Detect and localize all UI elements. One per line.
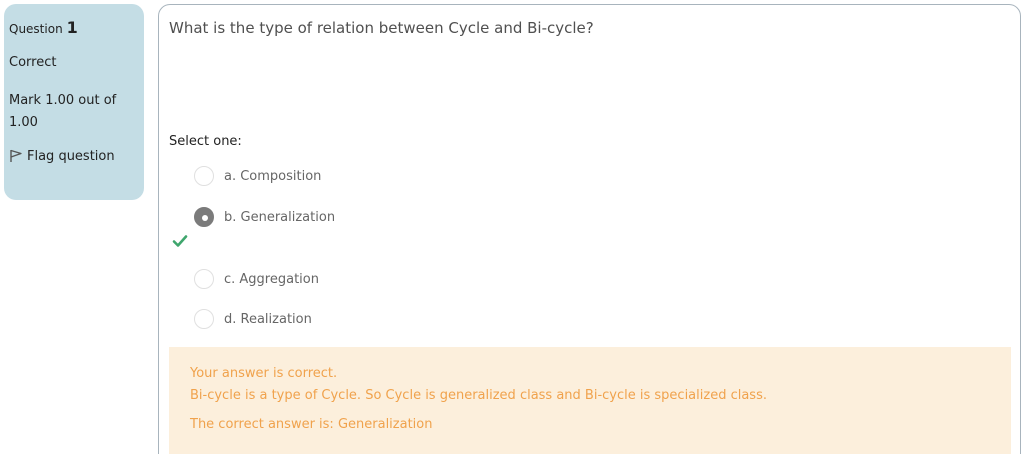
- option-c-radio[interactable]: [194, 269, 214, 289]
- option-d-radio[interactable]: [194, 309, 214, 329]
- question-card: What is the type of relation between Cyc…: [158, 4, 1021, 454]
- option-d[interactable]: d. Realization: [194, 309, 312, 329]
- option-a-label: a. Composition: [224, 168, 322, 184]
- feedback-status: Your answer is correct.: [190, 366, 338, 381]
- general-feedback: Bi-cycle is a type of Cycle. So Cycle is…: [190, 388, 767, 403]
- check-icon: [172, 235, 188, 247]
- question-label: Question: [9, 22, 63, 36]
- quiz-question-page: Question 1 Correct Mark 1.00 out of 1.00…: [0, 0, 1025, 454]
- option-b-label: b. Generalization: [224, 209, 336, 225]
- option-d-label: d. Realization: [224, 311, 312, 327]
- feedback-box: Your answer is correct. Bi-cycle is a ty…: [169, 347, 1011, 454]
- flag-question-link[interactable]: Flag question: [9, 145, 139, 167]
- question-number-value: 1: [66, 18, 78, 37]
- right-answer: The correct answer is: Generalization: [190, 417, 433, 432]
- option-b[interactable]: b. Generalization: [194, 207, 335, 227]
- question-grade: Mark 1.00 out of 1.00: [9, 93, 117, 130]
- select-one-prompt: Select one:: [169, 134, 242, 149]
- question-text: What is the type of relation between Cyc…: [169, 19, 594, 37]
- flag-icon: [9, 145, 23, 167]
- option-c[interactable]: c. Aggregation: [194, 269, 319, 289]
- flag-question-label: Flag question: [27, 148, 115, 164]
- option-b-radio[interactable]: [194, 207, 214, 227]
- option-c-label: c. Aggregation: [224, 271, 319, 287]
- question-state: Correct: [9, 55, 57, 70]
- option-a[interactable]: a. Composition: [194, 166, 321, 186]
- question-info-panel: Question 1 Correct Mark 1.00 out of 1.00…: [4, 4, 144, 200]
- option-a-radio[interactable]: [194, 166, 214, 186]
- question-number: Question 1: [9, 18, 139, 37]
